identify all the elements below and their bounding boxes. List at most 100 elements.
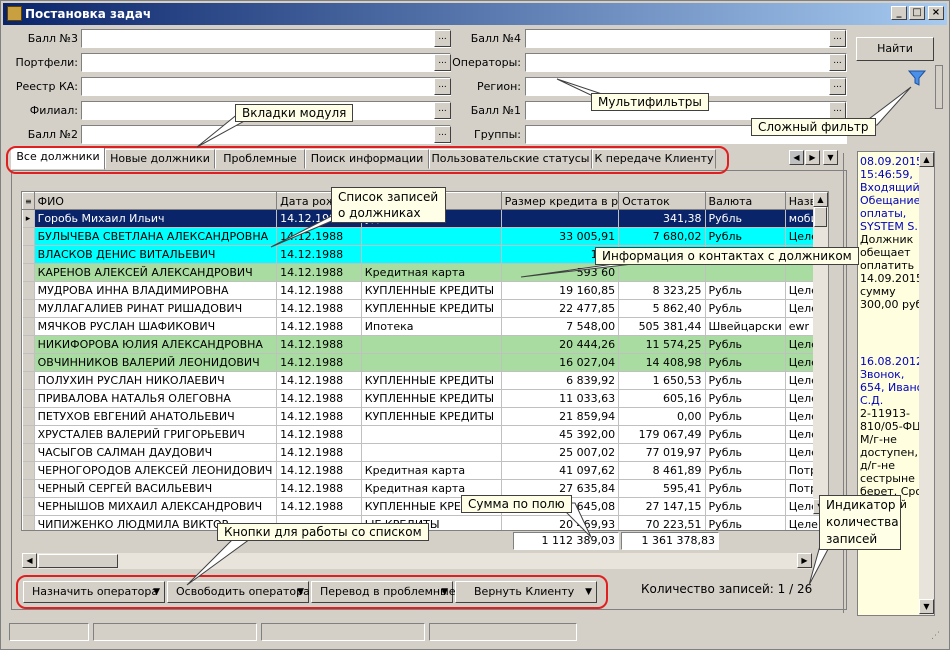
cell-credit-size: 22 477,85 <box>501 299 620 318</box>
row-indicator-header[interactable]: ≡ <box>22 192 35 210</box>
table-row[interactable]: ЧЕРНЫЙ СЕРГЕЙ ВАСИЛЬЕВИЧ 14.12.1988 Кредит… <box>22 479 828 498</box>
debtors-table[interactable]: ≡ ФИО Дата рож Размер кредита в р Остато… <box>21 191 829 531</box>
table-row[interactable]: БУЛЫЧЕВА СВЕТЛАНА АЛЕКСАНДРОВНА 14.12.198… <box>22 227 828 246</box>
close-button[interactable]: × <box>928 6 944 20</box>
table-row[interactable]: КАРЕНОВ АЛЕКСЕЙ АЛЕКСАНДРОВИЧ 14.12.1988 К… <box>22 263 828 282</box>
cell-name: НИКИФОРОВА ЮЛИЯ АЛЕКСАНДРОВНА <box>34 335 278 354</box>
cell-credit-type <box>361 353 502 372</box>
cell-currency: Рубль <box>705 479 786 498</box>
filter-ball4-field[interactable] <box>525 29 847 48</box>
filter-icon[interactable] <box>908 69 926 87</box>
row-indicator[interactable] <box>22 245 35 264</box>
sum-remaining: 1 361 378,83 <box>621 532 719 550</box>
row-indicator[interactable] <box>22 443 35 462</box>
table-vertical-scrollbar[interactable] <box>813 192 828 515</box>
cell-credit-size: 20 469,93 <box>501 515 620 530</box>
row-indicator[interactable] <box>22 479 35 498</box>
tab-scroll-right-icon[interactable]: ▶ <box>805 150 820 165</box>
cell-currency: Рубль <box>705 389 786 408</box>
cell-currency: Рубль <box>705 209 786 228</box>
table-row[interactable]: ХРУСТАЛЕВ ВАЛЕРИЙ ГРИГОРЬЕВИЧ 14.12.1988 4… <box>22 425 828 444</box>
notes-scroll-down-icon[interactable]: ▼ <box>919 599 934 614</box>
callout-tabs: Вкладки модуля <box>235 104 354 122</box>
ellipsis-button[interactable]: ... <box>829 30 846 47</box>
table-row[interactable]: ПЕТУХОВ ЕВГЕНИЙ АНАТОЛЬЕВИЧ 14.12.1988 КУП… <box>22 407 828 426</box>
table-row[interactable]: МУЛЛАГАЛИЕВ РИНАТ РИШАДОВИЧ 14.12.1988 КУП… <box>22 299 828 318</box>
cell-name: ЧЕРНЫЙ СЕРГЕЙ ВАСИЛЬЕВИЧ <box>34 479 278 498</box>
cell-remaining: 27 147,15 <box>618 497 706 516</box>
cell-remaining <box>618 263 706 282</box>
cell-birthdate: 14.12.1988 <box>276 299 362 318</box>
cell-currency: Рубль <box>705 227 786 246</box>
maximize-button[interactable]: □ <box>909 6 925 20</box>
row-indicator[interactable]: ▸ <box>22 209 35 228</box>
row-indicator[interactable] <box>22 371 35 390</box>
cell-credit-type <box>361 227 502 246</box>
filter-registry-field[interactable] <box>81 77 451 96</box>
table-row[interactable]: НИКИФОРОВА ЮЛИЯ АЛЕКСАНДРОВНА 14.12.1988 2… <box>22 335 828 354</box>
panel-splitter[interactable] <box>935 65 943 109</box>
hscroll-thumb[interactable] <box>38 554 118 568</box>
filter-label: Балл №4 <box>470 32 521 45</box>
tab-list-icon[interactable]: ▼ <box>823 150 838 165</box>
table-row[interactable]: ЧЕРНЫШОВ МИХАИЛ АЛЕКСАНДРОВИЧ 14.12.1988 К… <box>22 497 828 516</box>
filter-ball3-field[interactable] <box>81 29 451 48</box>
row-indicator[interactable] <box>22 335 35 354</box>
column-header[interactable]: Валюта <box>704 192 786 210</box>
row-indicator[interactable] <box>22 299 35 318</box>
cell-remaining: 77 019,97 <box>618 443 706 462</box>
cell-credit-type: КУПЛЕННЫЕ КРЕДИТЫ <box>361 281 502 300</box>
minimize-button[interactable]: _ <box>891 6 907 20</box>
filter-ball2-field[interactable] <box>81 125 451 144</box>
row-indicator[interactable] <box>22 425 35 444</box>
cell-name: ПОЛУХИН РУСЛАН НИКОЛАЕВИЧ <box>34 371 278 390</box>
cell-name: ЧАСЫГОВ САЛМАН ДАУДОВИЧ <box>34 443 278 462</box>
ellipsis-button[interactable]: ... <box>829 78 846 95</box>
scroll-up-icon[interactable]: ▲ <box>813 192 828 207</box>
cell-remaining: 179 067,49 <box>618 425 706 444</box>
tab-scroll-left-icon[interactable]: ◀ <box>789 150 804 165</box>
table-row[interactable]: ПОЛУХИН РУСЛАН НИКОЛАЕВИЧ 14.12.1988 КУПЛЕ… <box>22 371 828 390</box>
scroll-left-icon[interactable]: ◀ <box>22 553 37 568</box>
filter-label: Группы: <box>474 128 521 141</box>
table-row[interactable]: МЯЧКОВ РУСЛАН ШАФИКОВИЧ 14.12.1988 Ипотека… <box>22 317 828 336</box>
column-header[interactable]: ФИО <box>33 192 278 210</box>
cell-remaining: 1 650,53 <box>618 371 706 390</box>
cell-name: МЯЧКОВ РУСЛАН ШАФИКОВИЧ <box>34 317 278 336</box>
row-indicator[interactable] <box>22 281 35 300</box>
filter-label: Операторы: <box>452 56 521 69</box>
column-header[interactable]: Размер кредита в р <box>500 192 620 210</box>
records-count: Количество записей: 1 / 26 <box>641 582 813 596</box>
row-indicator[interactable] <box>22 461 35 480</box>
row-indicator[interactable] <box>22 389 35 408</box>
filter-label: Балл №3 <box>27 32 78 45</box>
row-indicator[interactable] <box>22 515 35 530</box>
column-header[interactable]: Остаток <box>618 192 706 210</box>
row-indicator[interactable] <box>22 353 35 372</box>
table-row[interactable]: ЧЕРНОГОРОДОВ АЛЕКСЕЙ ЛЕОНИДОВИЧ 14.12.198… <box>22 461 828 480</box>
scroll-thumb[interactable] <box>814 207 827 227</box>
ellipsis-button[interactable]: ... <box>829 102 846 119</box>
filter-operators-field[interactable] <box>525 53 847 72</box>
cell-credit-size: 593 60 <box>501 263 620 282</box>
filter-label: Филиал: <box>29 104 78 117</box>
table-row[interactable]: ОВЧИННИКОВ ВАЛЕРИЙ ЛЕОНИДОВИЧ 14.12.1988 1… <box>22 353 828 372</box>
table-row[interactable]: ПРИВАЛОВА НАТАЛЬЯ ОЛЕГОВНА 14.12.1988 КУПЛ… <box>22 389 828 408</box>
row-indicator[interactable] <box>22 227 35 246</box>
scroll-right-icon[interactable]: ▶ <box>797 553 812 568</box>
find-button[interactable]: Найти <box>856 37 934 61</box>
table-horizontal-scrollbar[interactable] <box>22 553 812 569</box>
table-row[interactable]: МУДРОВА ИННА ВЛАДИМИРОВНА 14.12.1988 КУПЛЕ… <box>22 281 828 300</box>
table-row[interactable]: ЧАСЫГОВ САЛМАН ДАУДОВИЧ 14.12.1988 25 007,… <box>22 443 828 462</box>
ellipsis-button[interactable]: ... <box>829 54 846 71</box>
notes-scroll-up-icon[interactable]: ▲ <box>919 152 934 167</box>
cell-birthdate: 14.12.1988 <box>276 371 362 390</box>
resize-grip-icon[interactable]: ⋰ <box>931 631 940 641</box>
row-indicator[interactable] <box>22 263 35 282</box>
filter-portfolios-field[interactable] <box>81 53 451 72</box>
row-indicator[interactable] <box>22 317 35 336</box>
row-indicator[interactable] <box>22 407 35 426</box>
cell-currency: Рубль <box>705 353 786 372</box>
row-indicator[interactable] <box>22 497 35 516</box>
notes-scrollbar[interactable] <box>919 152 934 615</box>
